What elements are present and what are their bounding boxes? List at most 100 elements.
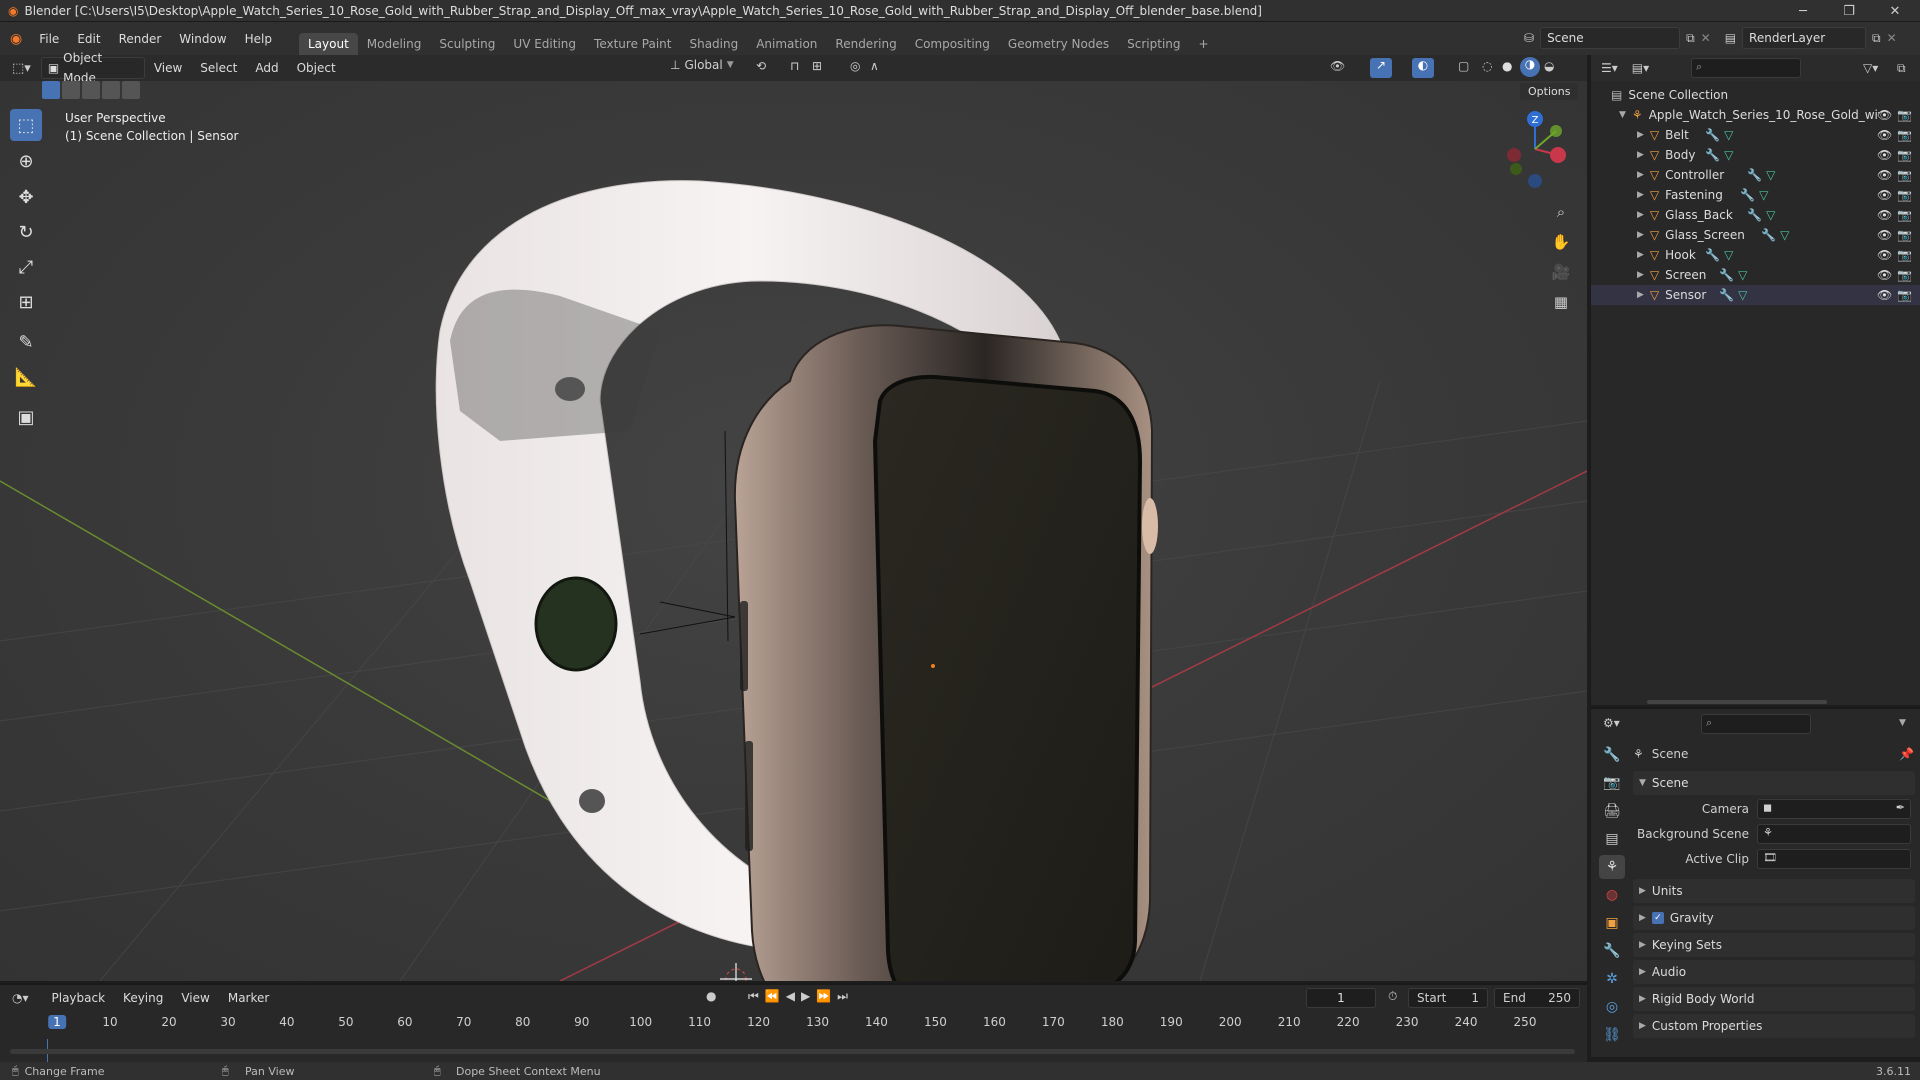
visibility-eye-icon[interactable]: 👁	[1877, 168, 1892, 182]
menu-file[interactable]: File	[30, 29, 68, 49]
cursor-tool-icon[interactable]: ⊕	[10, 145, 42, 177]
outliner-row-belt[interactable]: ▶ ▽ Belt 🔧 ▽ 👁 📷	[1591, 125, 1920, 145]
snap-icon[interactable]: ⊓	[790, 59, 799, 73]
render-camera-icon[interactable]: 📷	[1897, 208, 1912, 222]
render-tab-icon[interactable]: 📷	[1599, 771, 1625, 795]
tab-sculpting[interactable]: Sculpting	[430, 33, 504, 55]
visibility-eye-icon[interactable]: 👁	[1877, 128, 1892, 142]
proportional-edit-icon[interactable]: ◎	[850, 59, 860, 73]
restore-button[interactable]: ❐	[1826, 0, 1872, 22]
tab-compositing[interactable]: Compositing	[906, 33, 999, 55]
select-invert-icon[interactable]	[102, 81, 120, 99]
viewport-menu-add[interactable]: Add	[246, 58, 287, 78]
outliner-row-glass-back[interactable]: ▶ ▽ Glass_Back 🔧 ▽ 👁 📷	[1591, 205, 1920, 225]
render-camera-icon[interactable]: 📷	[1897, 248, 1912, 262]
expand-arrow-icon[interactable]: ▶	[1637, 170, 1644, 180]
panel-header-custom-properties[interactable]: ▶ Custom Properties	[1633, 1014, 1915, 1038]
outliner-row-glass-screen[interactable]: ▶ ▽ Glass_Screen 🔧 ▽ 👁 📷	[1591, 225, 1920, 245]
ortho-toggle-icon[interactable]: ▦	[1548, 289, 1574, 315]
properties-editor-icon[interactable]: ⚙▾	[1603, 716, 1620, 730]
falloff-icon[interactable]: ∧	[870, 59, 879, 73]
tool-tab-icon[interactable]: 🔧	[1599, 743, 1625, 767]
world-tab-icon[interactable]: ◍	[1599, 883, 1625, 907]
camera-field[interactable]: ◼ ✒	[1757, 799, 1911, 819]
expand-arrow-icon[interactable]: ▶	[1637, 150, 1644, 160]
modifier-icon[interactable]: 🔧	[1747, 208, 1762, 222]
add-workspace-button[interactable]: +	[1190, 33, 1218, 55]
menu-help[interactable]: Help	[236, 29, 281, 49]
render-camera-icon[interactable]: 📷	[1897, 268, 1912, 282]
modifier-icon[interactable]: 🔧	[1705, 128, 1720, 142]
particles-tab-icon[interactable]: ✲	[1599, 967, 1625, 991]
select-subtract-icon[interactable]	[82, 81, 100, 99]
snap-target-icon[interactable]: ⊞	[812, 59, 822, 73]
solid-shading-icon[interactable]: ●	[1502, 59, 1512, 73]
tab-texture-paint[interactable]: Texture Paint	[585, 33, 680, 55]
timeline-scrollbar[interactable]	[10, 1049, 1575, 1054]
output-tab-icon[interactable]: 🖨	[1599, 799, 1625, 823]
viewport-menu-select[interactable]: Select	[191, 58, 246, 78]
pivot-point-icon[interactable]: ⟲	[756, 59, 766, 73]
render-camera-icon[interactable]: 📷	[1897, 148, 1912, 162]
add-cube-tool-icon[interactable]: ▣	[10, 401, 42, 433]
modifier-icon[interactable]: 🔧	[1719, 268, 1734, 282]
view-layer-tab-icon[interactable]: ▤	[1599, 827, 1625, 851]
outliner-scrollbar[interactable]	[1647, 700, 1827, 704]
visibility-eye-icon[interactable]: 👁	[1877, 208, 1892, 222]
expand-arrow-icon[interactable]: ▶	[1637, 190, 1644, 200]
panel-header-rigid-body-world[interactable]: ▶ Rigid Body World	[1633, 987, 1915, 1011]
scene-selector[interactable]: Scene	[1540, 27, 1681, 49]
filter-icon[interactable]: ▽▾	[1863, 61, 1878, 75]
modifier-icon[interactable]: 🔧	[1740, 188, 1755, 202]
expand-arrow-icon[interactable]: ▶	[1637, 270, 1644, 280]
panel-header-units[interactable]: ▶ Units	[1633, 879, 1915, 903]
visibility-eye-icon[interactable]: 👁	[1877, 288, 1892, 302]
menu-render[interactable]: Render	[110, 29, 171, 49]
new-scene-icon[interactable]: ⧉	[1686, 31, 1695, 46]
move-tool-icon[interactable]: ✥	[10, 181, 42, 213]
3d-viewport[interactable]: User Perspective (1) Scene Collection | …	[0, 81, 1587, 981]
expand-arrow-icon[interactable]: ▶	[1637, 210, 1644, 220]
panel-header-scene[interactable]: ▼ Scene	[1633, 771, 1915, 795]
visibility-eye-icon[interactable]: 👁	[1877, 148, 1892, 162]
panel-header-audio[interactable]: ▶ Audio	[1633, 960, 1915, 984]
minimize-button[interactable]: ─	[1780, 0, 1826, 22]
tab-scripting[interactable]: Scripting	[1118, 33, 1189, 55]
viewport-menu-view[interactable]: View	[145, 58, 191, 78]
object-tab-icon[interactable]: ▣	[1599, 911, 1625, 935]
material-shading-icon[interactable]: ◑	[1520, 57, 1540, 77]
measure-tool-icon[interactable]: 📐	[10, 361, 42, 393]
new-view-layer-icon[interactable]: ⧉	[1872, 31, 1881, 46]
expand-arrow-icon[interactable]: ▼	[1619, 110, 1626, 120]
annotate-tool-icon[interactable]: ✎	[10, 326, 42, 358]
editor-type-icon[interactable]: ⬚▾	[12, 61, 31, 76]
modifier-icon[interactable]: 🔧	[1761, 228, 1776, 242]
visibility-eye-icon[interactable]: 👁	[1877, 188, 1892, 202]
options-button[interactable]: Options	[1520, 83, 1579, 100]
visibility-eye-icon[interactable]: 👁	[1877, 248, 1892, 262]
menu-edit[interactable]: Edit	[68, 29, 109, 49]
tab-shading[interactable]: Shading	[680, 33, 747, 55]
properties-search-input[interactable]: ⌕	[1701, 714, 1811, 734]
expand-arrow-icon[interactable]: ▶	[1637, 250, 1644, 260]
visibility-eye-icon[interactable]: 👁	[1877, 108, 1892, 122]
view-layer-icon[interactable]: ▤	[1725, 31, 1736, 45]
transform-orientation[interactable]: ⊥ Global ▼	[670, 58, 734, 72]
visibility-eye-icon[interactable]: 👁	[1877, 268, 1892, 282]
render-camera-icon[interactable]: 📷	[1897, 128, 1912, 142]
mesh-data-icon[interactable]: ▽	[1759, 188, 1768, 202]
outliner-editor-icon[interactable]: ☰▾	[1601, 61, 1618, 75]
select-box-tool-icon[interactable]: ⬚	[10, 109, 42, 141]
mesh-data-icon[interactable]: ▽	[1724, 128, 1733, 142]
pan-view-icon[interactable]: ✋	[1548, 229, 1574, 255]
render-layer-selector[interactable]: RenderLayer	[1742, 27, 1867, 49]
camera-view-icon[interactable]: 🎥	[1548, 259, 1574, 285]
render-camera-icon[interactable]: 📷	[1897, 108, 1912, 122]
render-camera-icon[interactable]: 📷	[1897, 188, 1912, 202]
select-new-icon[interactable]	[42, 81, 60, 99]
outliner-row-fastening[interactable]: ▶ ▽ Fastening 🔧 ▽ 👁 📷	[1591, 185, 1920, 205]
rotate-tool-icon[interactable]: ↻	[10, 216, 42, 248]
outliner-row-body[interactable]: ▶ ▽ Body 🔧 ▽ 👁 📷	[1591, 145, 1920, 165]
delete-view-layer-icon[interactable]: ✕	[1887, 31, 1897, 45]
expand-arrow-icon[interactable]: ▶	[1637, 130, 1644, 140]
